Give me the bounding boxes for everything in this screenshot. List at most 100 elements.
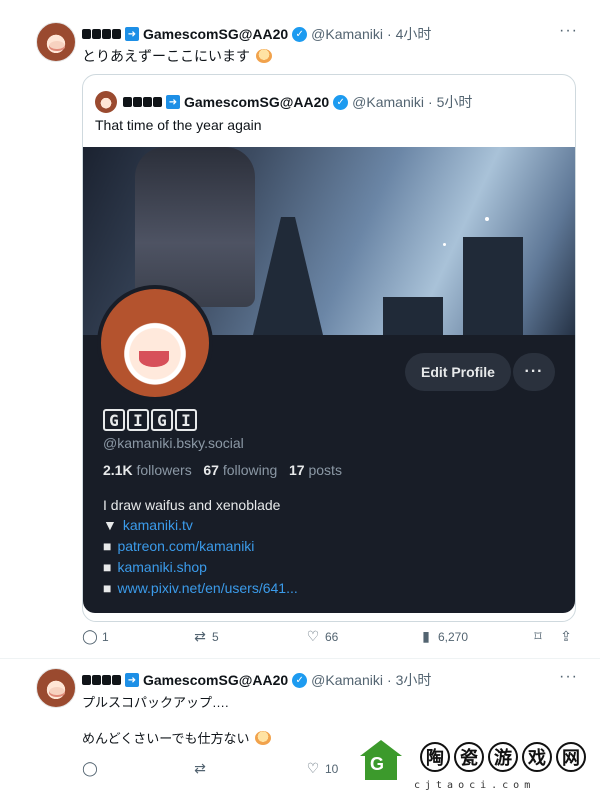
profile-avatar: [97, 285, 213, 401]
profile-link: ■ kamaniki.shop: [103, 559, 207, 575]
share-button[interactable]: ⇪: [558, 628, 574, 645]
more-options-icon[interactable]: ···: [559, 668, 578, 686]
profile-bio: I draw waifus and xenoblade: [103, 497, 281, 513]
banner-character: [135, 147, 255, 307]
tweet-text-body: めんどくさいーでも仕方ない: [82, 731, 250, 746]
arrow-right-icon: ➜: [166, 95, 180, 109]
user-avatar[interactable]: [36, 22, 76, 62]
link-text: www.pixiv.net/en/users/641...: [117, 580, 298, 596]
tweet-text-line: プルスコパックアップ….: [82, 695, 229, 710]
like-icon: ♡: [306, 760, 320, 776]
retweet-count: 5: [212, 629, 219, 644]
profile-link: ■ www.pixiv.net/en/users/641...: [103, 580, 298, 596]
link-bullet: ■: [103, 580, 112, 596]
tweet-header: ➜ GamescomSG@AA20 ✓ @Kamaniki · 4小时: [82, 24, 431, 44]
retweet-button[interactable]: ⇄ 5: [192, 628, 219, 645]
verified-badge-icon: ✓: [292, 672, 308, 688]
user-handle[interactable]: @Kamaniki: [311, 672, 383, 688]
verified-badge-icon: ✓: [292, 26, 308, 42]
bookmark-button[interactable]: ⌑: [530, 628, 546, 645]
quoted-tweet-card[interactable]: ➜ GamescomSG@AA20 ✓ @Kamaniki · 5小时 That…: [82, 74, 576, 622]
profile-name-char: G: [151, 409, 173, 431]
watermark-char: 网: [556, 742, 586, 772]
profile-stats: 2.1K followers 67 following 17 posts: [103, 462, 342, 478]
edit-profile-button: Edit Profile: [405, 353, 511, 391]
link-bullet: ▼: [103, 517, 117, 533]
watermark-title: 陶 瓷 游 戏 网: [420, 742, 586, 772]
user-handle[interactable]: @Kamaniki: [311, 26, 383, 42]
timestamp[interactable]: 4小时: [396, 24, 432, 44]
followers-label: followers: [132, 462, 192, 478]
watermark-url: cjtaoci.com: [414, 780, 536, 791]
retweet-icon: ⇄: [194, 628, 206, 644]
quoted-user-avatar: [95, 91, 117, 113]
share-icon: ⇪: [560, 628, 572, 644]
posts-label: posts: [304, 462, 342, 478]
like-icon: ♡: [306, 628, 320, 644]
quoted-display-name: GamescomSG@AA20: [184, 94, 330, 110]
link-text: patreon.com/kamaniki: [117, 538, 255, 554]
profile-name-char: G: [103, 409, 125, 431]
tweet-1[interactable]: ➜ GamescomSG@AA20 ✓ @Kamaniki · 4小时 ··· …: [0, 0, 600, 660]
profile-link: ■ patreon.com/kamaniki: [103, 538, 254, 554]
site-watermark: G 陶 瓷 游 戏 网 cjtaoci.com: [350, 738, 600, 797]
house-logo-icon: G: [360, 740, 402, 782]
user-avatar[interactable]: [36, 668, 76, 708]
watermark-char: 游: [488, 742, 518, 772]
verified-badge-icon: ✓: [333, 94, 349, 110]
name-tag-icon: [82, 29, 121, 39]
tweet-text-line: めんどくさいーでも仕方ない: [82, 728, 272, 747]
profile-link: ▼ kamaniki.tv: [103, 517, 193, 533]
name-tag-icon: [123, 97, 162, 107]
like-button[interactable]: ♡ 66: [305, 628, 339, 645]
profile-name-char: I: [175, 409, 197, 431]
quoted-timestamp: 5小时: [436, 94, 473, 110]
like-count: 10: [325, 761, 339, 776]
name-tag-icon: [82, 675, 121, 685]
views-icon: ▮: [422, 628, 430, 644]
separator-dot: ·: [386, 672, 392, 688]
quoted-tweet-header: ➜ GamescomSG@AA20 ✓ @Kamaniki · 5小时: [123, 92, 472, 112]
quoted-tweet-text: That time of the year again: [95, 117, 262, 133]
display-name[interactable]: GamescomSG@AA20: [143, 672, 288, 688]
emoji-icon: [255, 731, 272, 745]
like-count: 66: [325, 629, 339, 644]
quoted-user-handle: @Kamaniki: [352, 94, 424, 110]
watermark-char: 瓷: [454, 742, 484, 772]
profile-name-char: I: [127, 409, 149, 431]
following-count: 67: [203, 462, 219, 478]
display-name[interactable]: GamescomSG@AA20: [143, 26, 288, 42]
reply-button[interactable]: ◯: [82, 760, 98, 777]
retweet-icon: ⇄: [194, 760, 206, 776]
reply-count: 1: [102, 629, 109, 644]
link-text: kamaniki.shop: [117, 559, 207, 575]
link-bullet: ■: [103, 538, 112, 554]
bookmark-icon: ⌑: [534, 628, 542, 644]
link-text: kamaniki.tv: [122, 517, 193, 533]
link-bullet: ■: [103, 559, 112, 575]
profile-card-image: Edit Profile ··· G I G I @kamaniki.bsky.…: [83, 147, 575, 613]
tweet-text: とりあえずーここにいます: [82, 46, 272, 66]
views-button[interactable]: ▮ 6,270: [418, 628, 468, 645]
profile-name: G I G I: [103, 409, 197, 431]
more-options-icon[interactable]: ···: [559, 22, 578, 40]
followers-count: 2.1K: [103, 462, 133, 478]
following-label: following: [218, 462, 278, 478]
retweet-button[interactable]: ⇄: [192, 760, 208, 777]
tweet-header: ➜ GamescomSG@AA20 ✓ @Kamaniki · 3小时: [82, 670, 431, 690]
watermark-char: 陶: [420, 742, 450, 772]
profile-handle: @kamaniki.bsky.social: [103, 435, 244, 451]
posts-count: 17: [289, 462, 305, 478]
separator-dot: ·: [386, 26, 392, 42]
separator-dot: ·: [427, 94, 433, 110]
like-button[interactable]: ♡ 10: [305, 760, 339, 777]
reply-button[interactable]: ◯ 1: [82, 628, 109, 645]
timestamp[interactable]: 3小时: [396, 670, 432, 690]
reply-icon: ◯: [82, 628, 98, 644]
watermark-char: 戏: [522, 742, 552, 772]
arrow-right-icon: ➜: [125, 673, 139, 687]
divider: [0, 658, 600, 659]
reply-icon: ◯: [82, 760, 98, 776]
emoji-icon: [256, 49, 272, 63]
arrow-right-icon: ➜: [125, 27, 139, 41]
